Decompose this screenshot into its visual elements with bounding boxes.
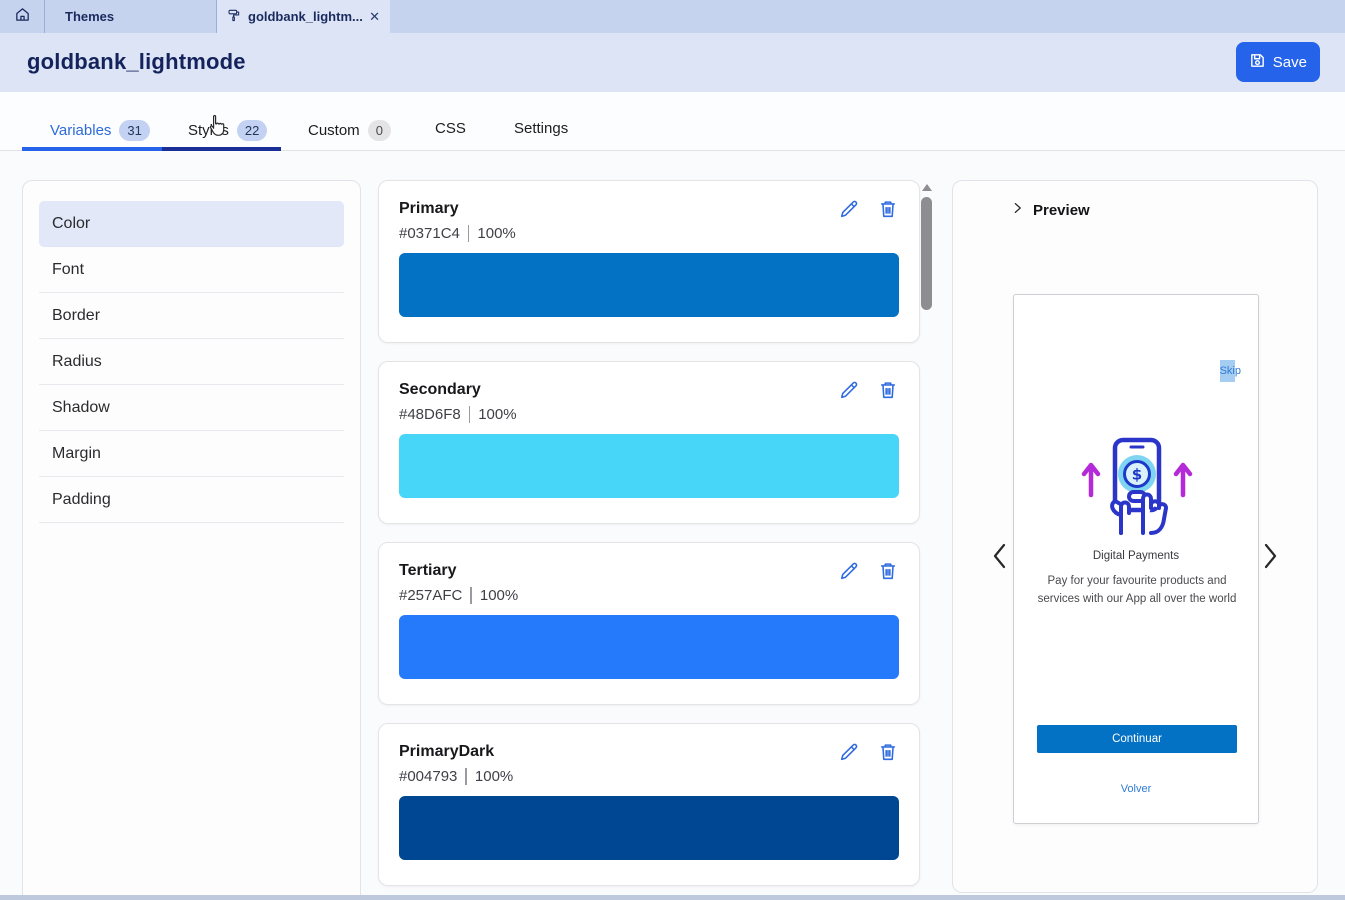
svg-text:$: $	[1132, 466, 1142, 484]
tab-settings[interactable]: Settings	[514, 120, 568, 137]
skip-link-highlight: Ski	[1220, 360, 1235, 382]
tab-css[interactable]: CSS	[435, 120, 466, 137]
slide-body-text: Pay for your favourite products and serv…	[1037, 573, 1237, 608]
scrollbar-thumb[interactable]	[921, 197, 932, 310]
preview-panel: Preview Skip $	[952, 180, 1318, 893]
color-name: Primary	[399, 200, 899, 218]
edit-color-button[interactable]	[838, 379, 860, 401]
color-card-secondary: Secondary #48D6F8 100%	[378, 361, 920, 524]
category-color-label: Color	[52, 215, 90, 233]
back-link[interactable]: Volver	[1014, 783, 1258, 795]
home-icon	[14, 6, 31, 28]
paint-roller-icon	[227, 8, 241, 25]
tab-close-icon[interactable]: ✕	[369, 9, 380, 25]
category-radius[interactable]: Radius	[39, 339, 344, 385]
save-floppy-icon	[1249, 52, 1266, 73]
edit-color-button[interactable]	[838, 741, 860, 763]
category-border-label: Border	[52, 307, 100, 325]
category-font-label: Font	[52, 261, 84, 279]
color-hex: #0371C4	[399, 225, 460, 242]
color-swatch	[399, 253, 899, 317]
category-padding-label: Padding	[52, 491, 111, 509]
carousel-prev-icon[interactable]	[989, 541, 1015, 573]
preview-collapse-toggle[interactable]: Preview	[1011, 201, 1090, 219]
custom-count-badge: 0	[368, 120, 391, 141]
tab-styles-label: Styles	[188, 122, 229, 139]
style-category-list: Color Font Border Radius Shadow Margin P…	[22, 180, 361, 900]
category-padding[interactable]: Padding	[39, 477, 344, 523]
category-shadow-label: Shadow	[52, 399, 110, 417]
tab-document-active[interactable]: goldbank_lightm... ✕	[217, 0, 390, 33]
variables-count-badge: 31	[119, 120, 149, 141]
chevron-right-icon	[1011, 201, 1024, 219]
meta-divider	[469, 406, 471, 423]
carousel-next-icon[interactable]	[1259, 541, 1285, 573]
color-opacity: 100%	[478, 406, 516, 423]
color-name: PrimaryDark	[399, 743, 899, 761]
preview-title: Preview	[1033, 202, 1090, 219]
color-hex: #257AFC	[399, 587, 462, 604]
page-title: goldbank_lightmode	[27, 49, 246, 75]
editor-tabs: Variables 31 Styles 22 Custom 0 CSS Sett…	[0, 92, 1345, 151]
delete-color-button[interactable]	[877, 379, 899, 401]
tab-styles[interactable]: Styles 22	[188, 120, 267, 141]
color-opacity: 100%	[475, 768, 513, 785]
tab-themes-label: Themes	[65, 9, 114, 24]
app-preview-screen: Skip $	[1013, 294, 1259, 824]
tab-document-label: goldbank_lightm...	[248, 9, 362, 24]
tab-css-label: CSS	[435, 120, 466, 137]
continue-button[interactable]: Continuar	[1037, 725, 1237, 753]
tab-settings-label: Settings	[514, 120, 568, 137]
color-name: Tertiary	[399, 562, 899, 580]
top-tab-bar: Themes goldbank_lightm... ✕	[0, 0, 1345, 33]
meta-divider	[465, 768, 467, 785]
page-header: goldbank_lightmode Save	[0, 33, 1345, 92]
slide-title: Digital Payments	[1014, 550, 1258, 562]
digital-payments-illustration: $	[1077, 435, 1197, 535]
tab-variables-label: Variables	[50, 122, 111, 139]
edit-color-button[interactable]	[838, 560, 860, 582]
color-swatch	[399, 434, 899, 498]
edit-color-button[interactable]	[838, 198, 860, 220]
tab-custom-label: Custom	[308, 122, 360, 139]
tab-variables[interactable]: Variables 31	[50, 120, 150, 141]
color-card-tertiary: Tertiary #257AFC 100%	[378, 542, 920, 705]
color-hex: #004793	[399, 768, 457, 785]
color-card-primarydark: PrimaryDark #004793 100%	[378, 723, 920, 886]
color-hex: #48D6F8	[399, 406, 461, 423]
category-font[interactable]: Font	[39, 247, 344, 293]
active-tab-indicator-left	[22, 147, 162, 151]
delete-color-button[interactable]	[877, 198, 899, 220]
save-button-label: Save	[1273, 54, 1307, 71]
category-color[interactable]: Color	[39, 201, 344, 247]
home-tab[interactable]	[0, 0, 45, 33]
scrollbar-up-arrow[interactable]	[922, 184, 932, 191]
delete-color-button[interactable]	[877, 560, 899, 582]
tab-themes[interactable]: Themes	[45, 0, 217, 33]
bottom-edge-strip	[0, 895, 1345, 900]
delete-color-button[interactable]	[877, 741, 899, 763]
skip-link-rest: p	[1235, 365, 1241, 377]
color-opacity: 100%	[477, 225, 515, 242]
category-shadow[interactable]: Shadow	[39, 385, 344, 431]
active-tab-indicator-right	[162, 147, 281, 151]
theme-editor-app: Themes goldbank_lightm... ✕ goldbank_lig…	[0, 0, 1345, 900]
color-card-primary: Primary #0371C4 100%	[378, 180, 920, 343]
color-swatch	[399, 796, 899, 860]
meta-divider	[468, 225, 470, 242]
styles-count-badge: 22	[237, 120, 267, 141]
tab-custom[interactable]: Custom 0	[308, 120, 391, 141]
color-name: Secondary	[399, 381, 899, 399]
category-margin[interactable]: Margin	[39, 431, 344, 477]
skip-link[interactable]: Skip	[1220, 365, 1241, 377]
color-swatch	[399, 615, 899, 679]
meta-divider	[470, 587, 472, 604]
color-opacity: 100%	[480, 587, 518, 604]
category-margin-label: Margin	[52, 445, 101, 463]
category-border[interactable]: Border	[39, 293, 344, 339]
save-button[interactable]: Save	[1236, 42, 1320, 82]
category-radius-label: Radius	[52, 353, 102, 371]
